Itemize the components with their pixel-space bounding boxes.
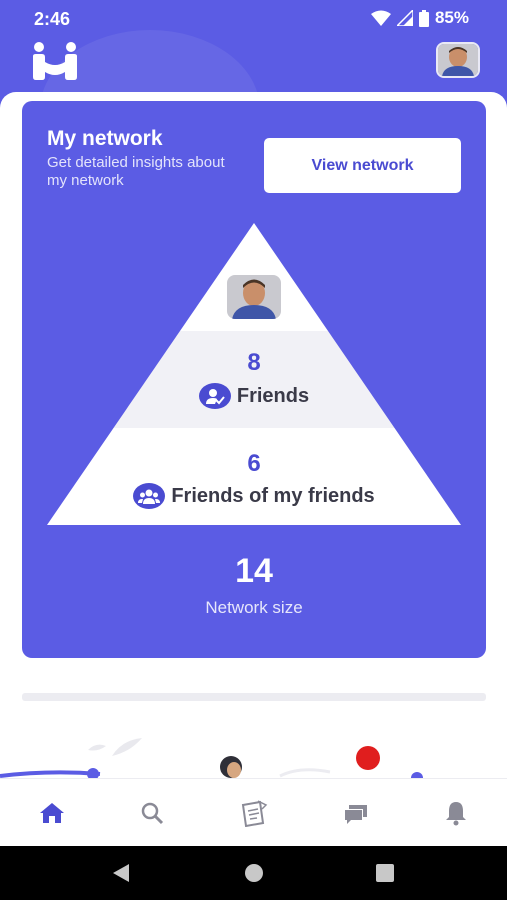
nav-notes[interactable] bbox=[240, 799, 268, 827]
pyramid-top-tier bbox=[47, 223, 461, 331]
signal-icon bbox=[396, 10, 413, 26]
group-icon bbox=[133, 483, 166, 509]
card-subtitle: Get detailed insights about my network bbox=[47, 154, 225, 189]
status-time: 2:46 bbox=[34, 9, 71, 29]
network-pyramid: 8 Friends 6 Friends of my friends bbox=[47, 223, 461, 525]
friends-label-row: Friends bbox=[47, 383, 461, 409]
profile-avatar[interactable] bbox=[436, 42, 480, 78]
friends-label: Friends bbox=[236, 384, 310, 407]
battery-percent: 85% bbox=[434, 8, 469, 27]
wifi-icon bbox=[370, 10, 391, 26]
friends-of-friends-label-row: Friends of my friends bbox=[47, 483, 461, 509]
status-bar: 2:46 85% bbox=[0, 0, 507, 38]
user-check-icon bbox=[198, 383, 231, 409]
avatar-photo bbox=[227, 275, 281, 319]
pyramid-friends-tier[interactable]: 8 Friends bbox=[47, 331, 461, 428]
nav-home[interactable] bbox=[38, 799, 66, 827]
view-network-button[interactable]: View network bbox=[264, 138, 461, 193]
card-title: My network bbox=[47, 127, 163, 150]
home-button-icon[interactable] bbox=[244, 863, 264, 883]
pyramid-friends-of-friends-tier[interactable]: 6 Friends of my friends bbox=[47, 428, 461, 525]
network-size-value: 14 bbox=[235, 552, 273, 590]
chat-icon bbox=[345, 805, 367, 824]
app-logo-icon bbox=[33, 42, 77, 80]
search-icon bbox=[141, 802, 164, 825]
my-network-card: My network Get detailed insights about m… bbox=[22, 101, 486, 658]
friends-count: 8 bbox=[247, 349, 261, 376]
notes-icon bbox=[241, 800, 268, 827]
bell-icon bbox=[446, 802, 466, 826]
friends-of-friends-count: 6 bbox=[247, 450, 261, 477]
back-icon[interactable] bbox=[111, 863, 131, 883]
avatar-photo bbox=[438, 44, 478, 76]
section-divider bbox=[22, 693, 486, 701]
bottom-navigation bbox=[0, 778, 507, 846]
pyramid-avatar bbox=[227, 275, 281, 319]
nav-search[interactable] bbox=[138, 799, 166, 827]
nav-notifications[interactable] bbox=[442, 799, 470, 827]
decorative-illustration bbox=[0, 738, 423, 780]
home-icon bbox=[40, 803, 64, 823]
battery-icon bbox=[418, 9, 429, 27]
nav-messages[interactable] bbox=[342, 799, 370, 827]
recents-icon[interactable] bbox=[375, 863, 395, 883]
status-icons: 85% bbox=[370, 8, 469, 28]
system-navigation-bar bbox=[0, 846, 507, 900]
friends-of-friends-label: Friends of my friends bbox=[171, 484, 375, 507]
network-size-label: Network size bbox=[205, 598, 303, 617]
